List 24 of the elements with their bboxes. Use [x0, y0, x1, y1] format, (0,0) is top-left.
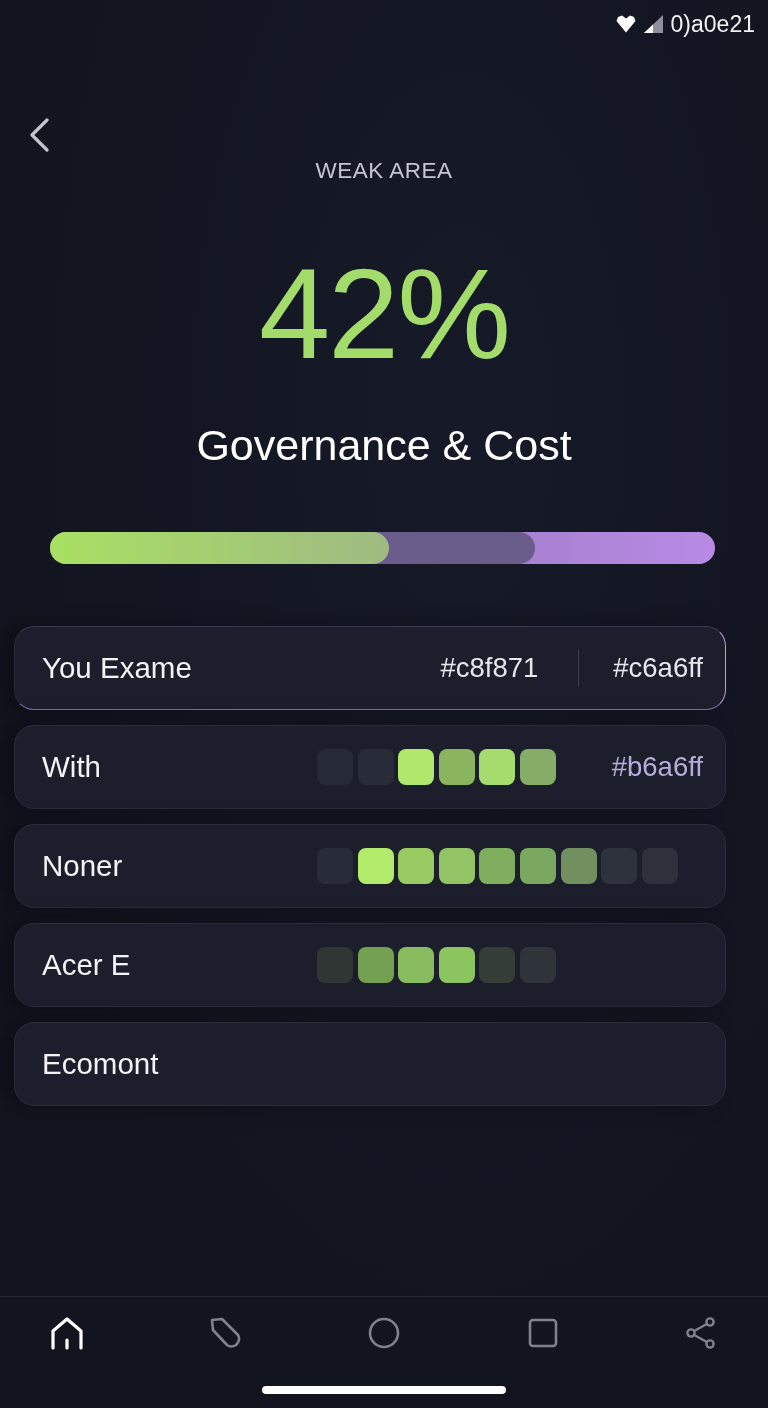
section-label: WEAK AREA	[315, 157, 453, 184]
result-row[interactable]: Noner	[14, 823, 726, 908]
home-icon[interactable]	[50, 1316, 84, 1350]
hex-value: #c6a6ff	[613, 651, 703, 685]
row-label: Acer E	[42, 946, 132, 983]
hex-value: #c8f871	[440, 651, 539, 685]
score-percent: 42%	[258, 250, 510, 378]
back-icon[interactable]	[29, 118, 49, 152]
share-icon[interactable]	[684, 1316, 718, 1350]
status-time: 0)a0e21	[670, 12, 755, 36]
result-row[interactable]: Ecomont	[14, 1021, 726, 1106]
signal-icon	[643, 15, 663, 33]
row-label: Ecomont	[42, 1045, 160, 1082]
tag-icon[interactable]	[208, 1316, 243, 1350]
result-row[interactable]: You Exame #c8f871 #c6a6ff	[14, 625, 726, 710]
circle-icon[interactable]	[367, 1316, 401, 1350]
hex-value: #b6a6ff	[611, 750, 703, 784]
result-row[interactable]: Acer E	[14, 922, 726, 1007]
area-title: Governance & Cost	[196, 420, 572, 471]
row-label: Noner	[42, 847, 124, 884]
result-row[interactable]: With #b6a6ff	[14, 724, 726, 809]
row-label: With	[42, 748, 102, 785]
heart-icon	[615, 15, 636, 33]
row-label: You Exame	[42, 649, 193, 686]
